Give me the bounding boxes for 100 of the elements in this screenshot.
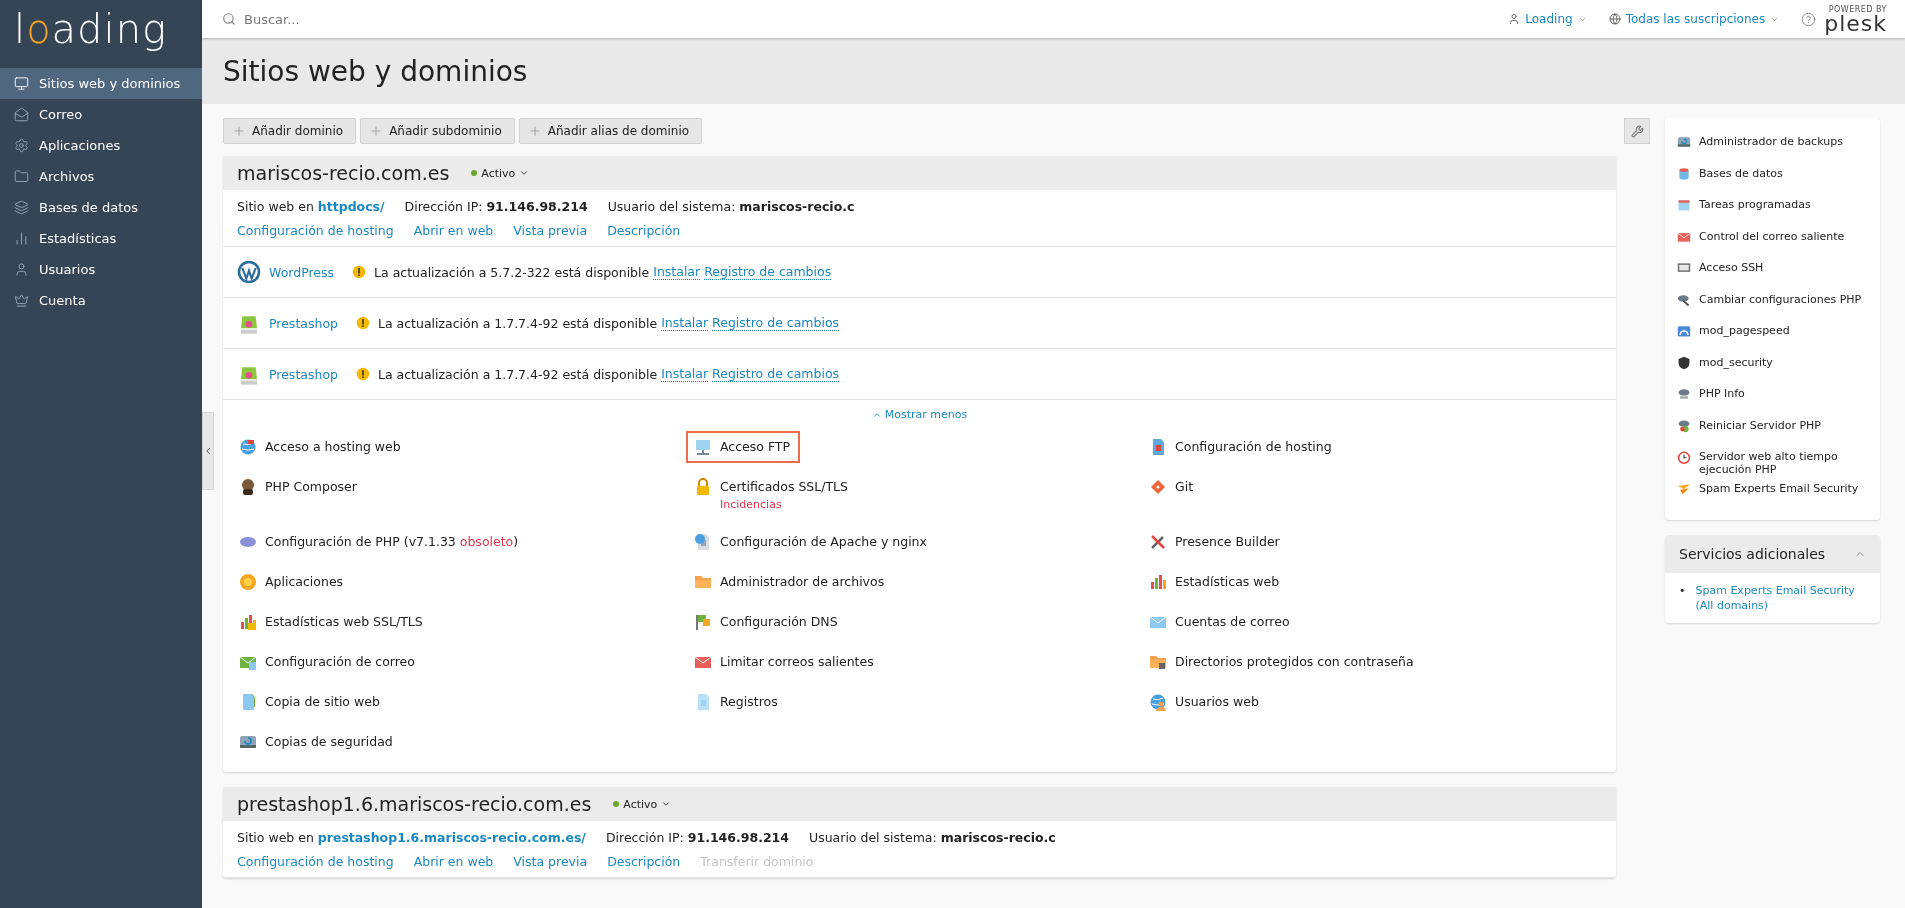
action-link[interactable]: Registro de cambios (712, 315, 840, 331)
panel-link[interactable]: Cambiar configuraciones PHP (1699, 292, 1862, 306)
tool-item[interactable]: Configuración de hosting (1141, 431, 1342, 463)
tool-item[interactable]: Aplicaciones (231, 566, 354, 598)
tool-label: Certificados SSL/TLS (720, 479, 848, 494)
oval-icon (1677, 387, 1691, 401)
action-link[interactable]: Registro de cambios (704, 264, 832, 280)
tool-item[interactable]: Acceso FTP (686, 431, 801, 463)
tool-item[interactable]: Presence Builder (1141, 526, 1290, 558)
tool-item[interactable]: Estadísticas web (1141, 566, 1290, 598)
show-less-link[interactable]: Mostrar menos (871, 408, 968, 421)
tool-item[interactable]: Copias de seguridad (231, 726, 403, 758)
tool-item[interactable]: Configuración DNS (686, 606, 848, 638)
tool-item[interactable]: Cuentas de correo (1141, 606, 1300, 638)
domain-link[interactable]: Vista previa (513, 854, 588, 869)
tool-label: Estadísticas web (1175, 574, 1280, 589)
panel-link[interactable]: Reiniciar Servidor PHP (1699, 418, 1821, 432)
caret-icon (519, 168, 530, 178)
tool-item[interactable]: Git (1141, 471, 1204, 503)
domain-link[interactable]: Abrir en web (413, 854, 494, 869)
tool-item[interactable]: Administrador de archivos (686, 566, 895, 598)
tool-item[interactable]: Configuración de PHP (v7.1.33 obsoleto) (231, 526, 529, 558)
domain-link[interactable]: Configuración de hosting (237, 223, 394, 238)
wordpress-icon (237, 260, 261, 284)
panel-link[interactable]: Servidor web alto tiempo ejecución PHP (1699, 450, 1868, 476)
site-path-link[interactable]: prestashop1.6.mariscos-recio.com.es/ (317, 830, 586, 845)
action-link[interactable]: Instalar (653, 264, 701, 280)
site-label: Sitio web en (237, 199, 314, 214)
clock-icon (1677, 450, 1691, 464)
sidebar-item[interactable]: Usuarios (0, 254, 202, 285)
add-button[interactable]: Añadir alias de dominio (518, 118, 703, 144)
action-link[interactable]: Registro de cambios (712, 366, 840, 382)
tool-item[interactable]: Certificados SSL/TLS Incidencias (686, 471, 858, 518)
tool-label: Registros (720, 694, 778, 709)
tool-item[interactable]: Configuración de correo (231, 646, 425, 678)
panel-link[interactable]: PHP Info (1699, 387, 1745, 400)
panel-link[interactable]: mod_security (1699, 355, 1773, 369)
plus-icon (369, 124, 384, 138)
tool-item[interactable]: Registros (686, 686, 788, 718)
ip-value: 91.146.98.214 (486, 199, 588, 214)
sidebar-item[interactable]: Estadísticas (0, 223, 202, 254)
action-link[interactable]: Instalar (661, 315, 709, 331)
tool-item[interactable]: Configuración de Apache y nginx (686, 526, 937, 558)
domain-link[interactable]: Descripción (607, 223, 681, 238)
tool-item[interactable]: Limitar correos salientes (686, 646, 884, 678)
tool-item[interactable]: Copia de sitio web (231, 686, 390, 718)
site-path-link[interactable]: httpdocs/ (317, 199, 385, 214)
sidebar-item[interactable]: Aplicaciones (0, 130, 202, 161)
update-message: La actualización a 1.7.7.4-92 está disponible (377, 315, 658, 331)
domain-link[interactable]: Abrir en web (413, 223, 494, 238)
plus-icon (232, 124, 246, 138)
panel-link[interactable]: Administrador de backups (1699, 135, 1843, 148)
panel-link[interactable]: Spam Experts Email Security (1699, 481, 1859, 495)
app-link[interactable]: Prestashop (269, 315, 338, 331)
sidebar-item[interactable]: Archivos (0, 161, 202, 192)
brand-caption: POWERED BY (1828, 4, 1887, 14)
tool-item[interactable]: PHP Composer (231, 471, 367, 503)
domain-link[interactable]: Vista previa (513, 223, 588, 238)
service-link[interactable]: Spam Experts Email Security (All domains) (1695, 583, 1866, 613)
ip-value: 91.146.98.214 (687, 830, 789, 845)
lock-icon (694, 478, 712, 496)
tool-label: Limitar correos salientes (720, 654, 874, 669)
tool-label: Acceso a hosting web (265, 439, 401, 454)
app-link[interactable]: Prestashop (269, 366, 338, 382)
sidebar-item[interactable]: Cuenta (0, 285, 202, 316)
logo: loading (13, 5, 168, 54)
subscriptions-menu[interactable]: Todas las suscripciones (1608, 12, 1780, 26)
shield-icon (1677, 355, 1691, 370)
user-menu[interactable]: Loading (1508, 12, 1587, 26)
tool-label: Configuración DNS (720, 614, 838, 629)
help-icon[interactable] (1801, 11, 1817, 27)
add-button[interactable]: Añadir subdominio (360, 118, 515, 144)
tool-item[interactable]: Directorios protegidos con contraseña (1141, 646, 1424, 678)
panel-link[interactable]: mod_pagespeed (1699, 324, 1790, 337)
globe-page-icon (694, 533, 712, 551)
tool-label: Administrador de archivos (720, 574, 885, 589)
domain-link[interactable]: Descripción (607, 854, 681, 869)
sidebar-item[interactable]: Correo (0, 99, 202, 130)
search-field[interactable]: Buscar... (242, 10, 542, 28)
panel-link[interactable]: Acceso SSH (1699, 261, 1764, 274)
globe-icon (1608, 13, 1621, 25)
sidebar-item[interactable]: Sitios web y dominios (0, 68, 202, 99)
tool-item[interactable]: Acceso a hosting web (231, 431, 411, 463)
add-button[interactable]: Añadir dominio (223, 118, 357, 144)
tool-item[interactable]: Estadísticas web SSL/TLS (231, 606, 433, 638)
tool-item[interactable]: Usuarios web (1141, 686, 1269, 718)
panel-link[interactable]: Tareas programadas (1699, 198, 1811, 211)
tool-label: Configuración de PHP (v7.1.33 obsoleto) (265, 534, 519, 549)
action-link[interactable]: Instalar (661, 366, 709, 382)
collapse-handle[interactable] (202, 412, 214, 490)
gauge-icon (1677, 324, 1691, 338)
chart-lock-icon (239, 613, 257, 631)
settings-button[interactable] (1624, 118, 1650, 144)
status-dropdown[interactable]: Activo (471, 166, 530, 180)
panel-link[interactable]: Bases de datos (1699, 166, 1783, 180)
domain-link[interactable]: Configuración de hosting (237, 854, 394, 869)
panel-link[interactable]: Control del correo saliente (1699, 229, 1845, 243)
app-link[interactable]: WordPress (269, 264, 335, 280)
status-dropdown[interactable]: Activo (613, 797, 672, 811)
sidebar-item[interactable]: Bases de datos (0, 192, 202, 223)
